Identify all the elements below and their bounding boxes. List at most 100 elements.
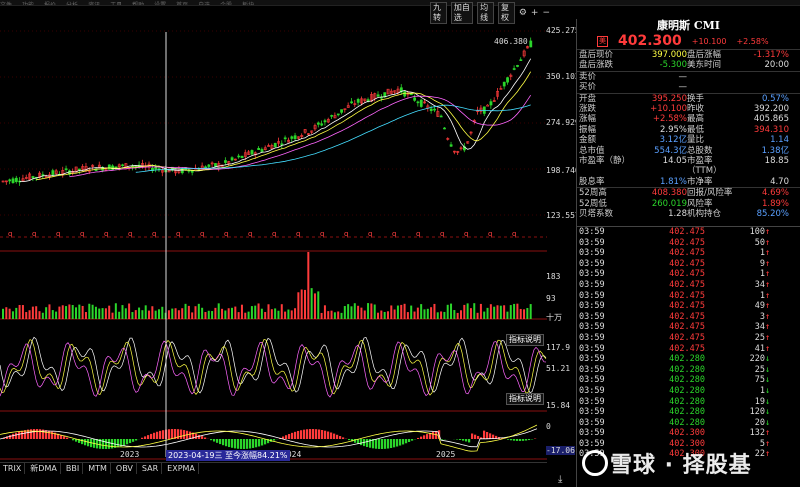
gear-icon[interactable]: ⚙: [519, 8, 527, 18]
event-marker: q: [512, 230, 516, 238]
tick-direction-icon: ↓: [765, 385, 771, 396]
tick-volume: 220: [749, 354, 765, 365]
minus-icon[interactable]: −: [542, 8, 550, 18]
tab-trix[interactable]: TRIX: [0, 463, 26, 474]
macd-bar: [312, 429, 315, 439]
macd-bar: [237, 439, 240, 449]
menu-item[interactable]: 首页: [176, 2, 188, 6]
tab-obv[interactable]: OBV: [113, 463, 137, 474]
volume-bar: [131, 312, 134, 319]
candle: [8, 179, 12, 182]
menu-item[interactable]: 设置: [154, 2, 166, 6]
kdj-indicator-help-button[interactable]: 指标说明: [506, 334, 544, 346]
candle: [14, 177, 18, 182]
volume-bar: [111, 312, 114, 319]
candle: [512, 68, 516, 70]
event-marker: q: [56, 230, 60, 238]
stat-value: 1.14: [770, 135, 789, 146]
menu-item[interactable]: 资讯: [88, 2, 100, 6]
volume-bar: [55, 311, 58, 319]
volume-bar: [207, 310, 210, 319]
menu-item[interactable]: 板块: [242, 2, 254, 6]
volume-unit-label: 十万: [546, 313, 562, 322]
volume-bar: [264, 311, 267, 319]
menu-item[interactable]: 工具: [110, 2, 122, 6]
macd-bar: [84, 439, 87, 446]
volume-bar: [294, 308, 297, 319]
menu-item[interactable]: 文件: [0, 2, 12, 6]
macd-bar: [315, 429, 318, 439]
tick-price: 402.475: [669, 227, 705, 237]
volume-bar: [2, 308, 4, 319]
menu-item[interactable]: 帮助: [132, 2, 144, 6]
tick-row: 03:59 402.475 49 ↑: [577, 301, 800, 312]
tick-volume: 132: [749, 428, 765, 439]
volume-bar: [416, 307, 419, 319]
stat-label: 卖价: [579, 71, 597, 82]
volume-bar: [78, 304, 81, 319]
tick-volume: 41: [754, 343, 765, 354]
volume-bar: [489, 304, 492, 319]
stat-label: 机构持仓: [687, 209, 722, 220]
macd-bar: [183, 430, 186, 439]
tab-dma[interactable]: 新DMA: [27, 463, 61, 474]
volume-bar: [340, 312, 343, 319]
volume-bar: [327, 311, 330, 319]
volume-bar: [61, 305, 64, 319]
stat-label: 昨收: [687, 104, 705, 115]
macd-bar: [72, 439, 75, 441]
tick-row: 03:59 402.475 34 ↑: [577, 322, 800, 333]
menu-item[interactable]: 报价: [44, 2, 56, 6]
event-marker: q: [344, 230, 348, 238]
menu-item[interactable]: 个股: [220, 2, 232, 6]
moving-average-line: [36, 71, 532, 181]
tick-time: 03:59: [579, 354, 605, 365]
tab-expma[interactable]: EXPMA: [164, 463, 199, 474]
volume-bar: [373, 304, 376, 319]
volume-bar: [476, 312, 479, 319]
tick-time: 03:59: [579, 248, 605, 259]
stat-label: 开盘: [579, 93, 597, 104]
macd-bar: [150, 433, 153, 439]
plus-icon[interactable]: +: [531, 8, 539, 18]
tab-mtm[interactable]: MTM: [85, 463, 111, 474]
candle: [257, 148, 261, 150]
stat-label: 美东时间: [687, 60, 722, 71]
tick-row: 03:59 402.280 20 ↓: [577, 418, 800, 429]
stat-value: -5.300: [659, 60, 687, 71]
candle: [516, 65, 519, 67]
tick-row: 03:59 402.280 220 ↓: [577, 354, 800, 365]
tick-row: 03:59 402.280 120 ↓: [577, 407, 800, 418]
stat-value: +2.58%: [652, 114, 687, 125]
candle: [230, 157, 234, 161]
menu-item[interactable]: 分析: [66, 2, 78, 6]
macd-bar: [129, 439, 132, 444]
macd-indicator-help-button[interactable]: 指标说明: [506, 393, 544, 405]
tick-row: 03:59 402.475 34 ↑: [577, 280, 800, 291]
event-marker: q: [152, 230, 156, 238]
x-axis: 2023 2024 2025 2023-04-19三 至今涨幅84.21%: [0, 450, 547, 461]
volume-bar: [377, 312, 380, 319]
download-icon[interactable]: ⤓: [558, 474, 562, 485]
macd-bar: [342, 437, 345, 439]
stat-label: 金额: [579, 135, 597, 146]
stat-value: 408.380: [651, 188, 687, 199]
menu-item[interactable]: 功能: [22, 2, 34, 6]
volume-bar: [486, 307, 489, 319]
macd-bar: [297, 430, 300, 439]
tick-direction-icon: ↑: [765, 449, 771, 460]
tick-time: 03:59: [579, 290, 605, 301]
stat-value: 260.019: [651, 198, 687, 209]
event-marker: q: [224, 230, 228, 238]
stat-value: 4.69%: [761, 188, 789, 199]
volume-bar: [456, 312, 459, 319]
stat-value: 2.95%: [659, 124, 687, 135]
kline-chart[interactable]: q q q q q q q q q q q q q q q q q q q q q q 406.380: [0, 19, 547, 460]
tab-bbi[interactable]: BBI: [63, 463, 84, 474]
menu-item[interactable]: 自选: [198, 2, 210, 6]
tick-volume: 9: [759, 258, 765, 269]
macd-bar: [255, 439, 258, 448]
candle: [224, 160, 227, 163]
tab-sar[interactable]: SAR: [139, 463, 163, 474]
tick-direction-icon: ↑: [765, 428, 771, 439]
